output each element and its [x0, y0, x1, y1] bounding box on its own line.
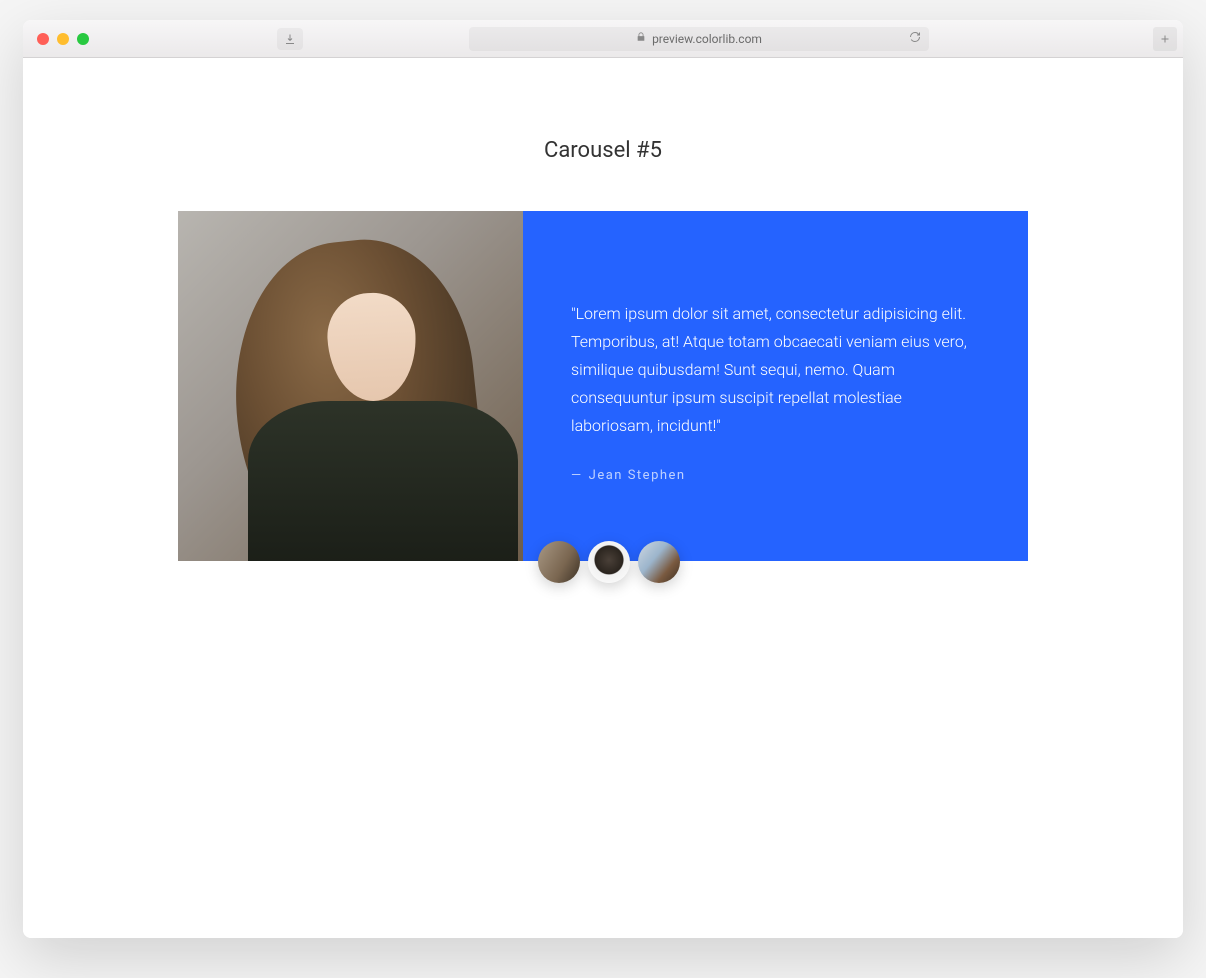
carousel-thumb-1[interactable]	[538, 541, 580, 583]
testimonial-image	[178, 211, 523, 561]
page-viewport: Carousel #5 "Lorem ipsum dolor sit amet,…	[23, 58, 1183, 938]
lock-icon	[636, 32, 646, 45]
page-title: Carousel #5	[23, 138, 1183, 163]
new-tab-button[interactable]	[1153, 27, 1177, 51]
testimonial-carousel: "Lorem ipsum dolor sit amet, consectetur…	[178, 211, 1028, 561]
refresh-button[interactable]	[909, 31, 921, 46]
carousel-thumbs	[538, 541, 680, 583]
minimize-window-button[interactable]	[57, 33, 69, 45]
testimonial-body: "Lorem ipsum dolor sit amet, consectetur…	[523, 211, 1028, 561]
browser-window: preview.colorlib.com Carousel #5 "Lorem …	[23, 20, 1183, 938]
author-dash: —	[571, 468, 583, 483]
browser-chrome: preview.colorlib.com	[23, 20, 1183, 58]
carousel-thumb-2[interactable]	[588, 541, 630, 583]
author-name: Jean Stephen	[589, 468, 686, 483]
traffic-lights	[37, 33, 89, 45]
person-illustration	[178, 211, 523, 561]
testimonial-quote: "Lorem ipsum dolor sit amet, consectetur…	[571, 300, 980, 440]
maximize-window-button[interactable]	[77, 33, 89, 45]
url-text: preview.colorlib.com	[652, 32, 762, 46]
downloads-button[interactable]	[277, 28, 303, 50]
address-wrap: preview.colorlib.com	[277, 27, 929, 51]
download-icon	[284, 33, 296, 45]
plus-icon	[1159, 33, 1171, 45]
testimonial-author: — Jean Stephen	[571, 468, 980, 483]
close-window-button[interactable]	[37, 33, 49, 45]
refresh-icon	[909, 31, 921, 43]
carousel-thumb-3[interactable]	[638, 541, 680, 583]
address-bar[interactable]: preview.colorlib.com	[469, 27, 929, 51]
